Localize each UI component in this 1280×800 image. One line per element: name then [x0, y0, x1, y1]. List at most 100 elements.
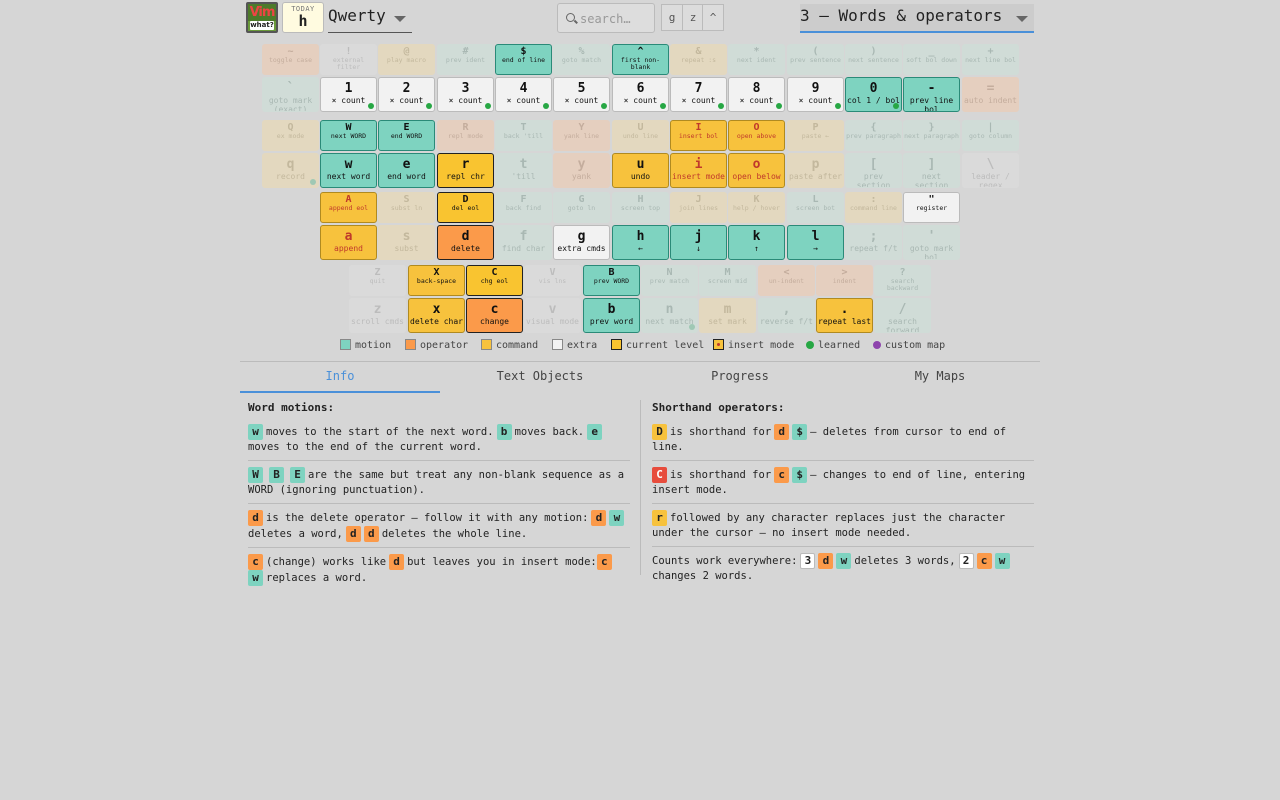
key-at[interactable]: @ play macro	[378, 44, 435, 75]
key-O[interactable]: Oopen above	[728, 120, 785, 151]
level-select[interactable]: 3 — Words & operators	[800, 4, 1034, 33]
key-S[interactable]: Ssubst ln	[378, 192, 435, 223]
key-rbracket[interactable]: ] next section	[903, 153, 960, 188]
key-L[interactable]: Lscreen bot	[787, 192, 844, 223]
key-minus[interactable]: - prev line bol	[903, 77, 960, 112]
toggle-g-button[interactable]: g	[661, 4, 683, 31]
key-R[interactable]: Rrepl mode	[437, 120, 494, 151]
key-u[interactable]: u undo	[612, 153, 669, 188]
key-v[interactable]: v visual mode	[524, 298, 581, 333]
key-n2[interactable]: 2 × count	[378, 77, 435, 112]
key-colon[interactable]: : command line	[845, 192, 902, 223]
key-slash[interactable]: / search forward	[874, 298, 931, 333]
key-e[interactable]: e end word	[378, 153, 435, 188]
tab-progress[interactable]: Progress	[640, 362, 840, 393]
key-plus[interactable]: + next line bol	[962, 44, 1019, 75]
key-backslash[interactable]: \ leader / regex	[962, 153, 1019, 188]
key-n4[interactable]: 4 × count	[495, 77, 552, 112]
key-t[interactable]: t'till	[495, 153, 552, 188]
logo[interactable]: Vim what?	[246, 2, 278, 33]
key-G[interactable]: Ggoto ln	[553, 192, 610, 223]
key-Q[interactable]: Qex mode	[262, 120, 319, 151]
key-P[interactable]: Ppaste ←	[787, 120, 844, 151]
key-i[interactable]: i insert mode	[670, 153, 727, 188]
key-dquote[interactable]: " register	[903, 192, 960, 223]
key-n9[interactable]: 9 × count	[787, 77, 844, 112]
key-j[interactable]: j ↓	[670, 225, 727, 260]
key-h[interactable]: h ←	[612, 225, 669, 260]
key-m[interactable]: m set mark	[699, 298, 756, 333]
search-box[interactable]	[557, 3, 655, 33]
key-n5[interactable]: 5 × count	[553, 77, 610, 112]
key-backtick[interactable]: ` goto mark (exact)	[262, 77, 319, 112]
key-x[interactable]: x delete char	[408, 298, 465, 333]
key-n6[interactable]: 6 × count	[612, 77, 669, 112]
key-T[interactable]: Tback 'till	[495, 120, 552, 151]
key-r[interactable]: r repl chr	[437, 153, 494, 188]
key-k[interactable]: k ↑	[728, 225, 785, 260]
key-b[interactable]: b prev word	[583, 298, 640, 333]
tab-info[interactable]: Info	[240, 362, 440, 393]
key-star[interactable]: * next ident	[728, 44, 785, 75]
key-d[interactable]: d delete	[437, 225, 494, 260]
key-n3[interactable]: 3 × count	[437, 77, 494, 112]
key-A[interactable]: Aappend eol	[320, 192, 377, 223]
key-H[interactable]: Hscreen top	[612, 192, 669, 223]
key-I[interactable]: Iinsert bol	[670, 120, 727, 151]
key-hash[interactable]: # prev ident	[437, 44, 494, 75]
key-percent[interactable]: % goto match	[553, 44, 610, 75]
key-pipe[interactable]: | goto column	[962, 120, 1019, 151]
key-w[interactable]: w next word	[320, 153, 377, 188]
key-n8[interactable]: 8 × count	[728, 77, 785, 112]
search-input[interactable]	[580, 10, 652, 28]
key-V[interactable]: Vvis lns	[524, 265, 581, 296]
key-lt[interactable]: < un-indent	[758, 265, 815, 296]
key-semicolon[interactable]: ; repeat f/t	[845, 225, 902, 260]
layout-select[interactable]: Qwerty	[328, 4, 412, 33]
key-a[interactable]: a append	[320, 225, 377, 260]
key-Z[interactable]: Zquit	[349, 265, 406, 296]
key-C[interactable]: Cchg eol	[466, 265, 523, 296]
key-rbrace[interactable]: } next paragraph	[903, 120, 960, 151]
key-equals[interactable]: = auto indent	[962, 77, 1019, 112]
key-y[interactable]: y yank	[553, 153, 610, 188]
toggle-z-button[interactable]: z	[682, 4, 704, 31]
key-lbrace[interactable]: {prev paragraph	[845, 120, 902, 151]
key-amp[interactable]: & repeat :s	[670, 44, 727, 75]
key-n7[interactable]: 7 × count	[670, 77, 727, 112]
key-X[interactable]: Xback-space	[408, 265, 465, 296]
key-caret[interactable]: ^ first non-blank	[612, 44, 669, 75]
key-dollar[interactable]: $ end of line	[495, 44, 552, 75]
key-n[interactable]: n next match	[641, 298, 698, 333]
key-M[interactable]: Mscreen mid	[699, 265, 756, 296]
key-F[interactable]: Fback find	[495, 192, 552, 223]
tab-my-maps[interactable]: My Maps	[840, 362, 1040, 393]
key-K[interactable]: Khelp / hover	[728, 192, 785, 223]
key-s[interactable]: s subst	[378, 225, 435, 260]
key-f[interactable]: f find char	[495, 225, 552, 260]
key-W[interactable]: Wnext WORD	[320, 120, 377, 151]
key-lparen[interactable]: (prev sentence	[787, 44, 844, 75]
key-period[interactable]: . repeat last	[816, 298, 873, 333]
key-n0[interactable]: 0 col 1 / bol	[845, 77, 902, 112]
key-B[interactable]: Bprev WORD	[583, 265, 640, 296]
key-n1[interactable]: 1 × count	[320, 77, 377, 112]
key-N[interactable]: Nprev match	[641, 265, 698, 296]
key-g[interactable]: g extra cmds	[553, 225, 610, 260]
key-Y[interactable]: Yyank line	[553, 120, 610, 151]
key-E[interactable]: Eend WORD	[378, 120, 435, 151]
key-p[interactable]: p paste after	[787, 153, 844, 188]
key-o[interactable]: o open below	[728, 153, 785, 188]
key-rparen[interactable]: ) next sentence	[845, 44, 902, 75]
key-q[interactable]: q record	[262, 153, 319, 188]
key-underscore[interactable]: _ soft bol down	[903, 44, 960, 75]
key-J[interactable]: Jjoin lines	[670, 192, 727, 223]
today-key-badge[interactable]: TODAY h	[282, 2, 324, 33]
key-tilde[interactable]: ~ toggle case	[262, 44, 319, 75]
key-l[interactable]: l →	[787, 225, 844, 260]
key-question[interactable]: ? search backward	[874, 265, 931, 296]
key-U[interactable]: Uundo line	[612, 120, 669, 151]
key-lbracket[interactable]: [prev section	[845, 153, 902, 188]
key-quote[interactable]: ' goto mark bol	[903, 225, 960, 260]
key-gt[interactable]: > indent	[816, 265, 873, 296]
